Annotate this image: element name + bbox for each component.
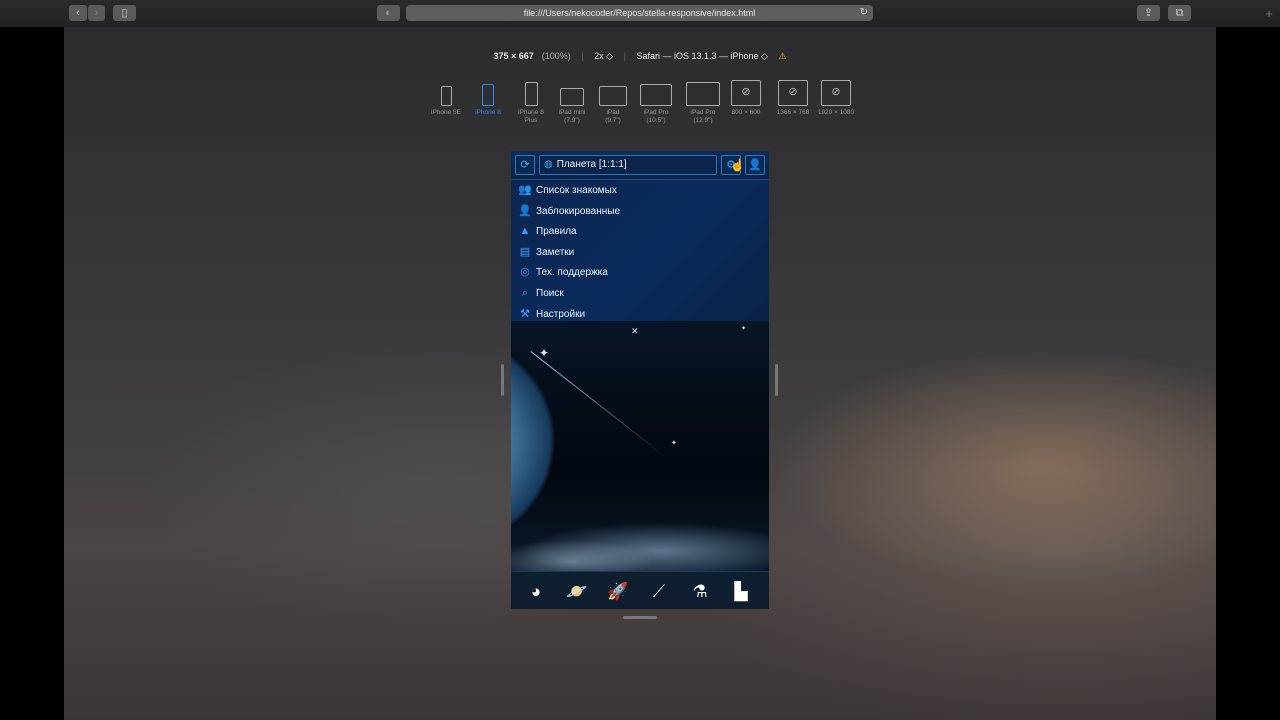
reader-mode-button[interactable]: ◐ [377, 5, 400, 21]
device-option[interactable]: iPad Pro (12.9") [683, 80, 723, 125]
planet-icon[interactable]: ◕ [523, 579, 549, 605]
menu-item[interactable]: 👥 Список знакомых [517, 180, 617, 200]
divider: | [623, 51, 626, 61]
device-icon [560, 88, 584, 106]
user-agent-select[interactable]: Safari — iOS 13.1.3 — iPhone ◇ [636, 51, 767, 61]
friends-icon: 👥 [518, 184, 532, 196]
planet-select[interactable]: ◍ Планета [1:1:1] [539, 155, 717, 175]
buildings-icon[interactable]: ▙ [728, 579, 754, 605]
menu-item[interactable]: ▲ Правила [517, 221, 577, 241]
menu-item-label: Настройки [536, 308, 586, 320]
app-header: ⟳ ◍ Планета [1:1:1] ⚙ ☝ 👤 [511, 151, 769, 180]
menu-item-label: Заблокированные [536, 205, 621, 217]
device-icon [440, 86, 452, 106]
research-flask-icon[interactable]: ⚗ [687, 579, 713, 605]
hand-cursor-icon: ☝ [730, 158, 745, 172]
viewport-zoom: (100%) [541, 51, 571, 61]
galaxy-icon[interactable]: 🪐 [564, 579, 590, 605]
planet-label: Планета [1:1:1] [556, 159, 627, 170]
device-label: 1366 × 768 [776, 109, 810, 116]
address-bar[interactable]: file:///Users/nekocoder/Repos/stella-res… [406, 5, 873, 21]
warning-icon[interactable]: ⚠ [778, 51, 786, 61]
share-button[interactable]: ⇪ [1137, 5, 1160, 21]
menu-item-label: Список знакомых [536, 185, 617, 196]
url-text: file:///Users/nekocoder/Repos/stella-res… [523, 8, 756, 18]
left-resize-handle[interactable] [501, 364, 504, 396]
device-label: iPhone 8 [475, 109, 501, 116]
menu-item-label: Заметки [536, 246, 575, 258]
menu-item[interactable]: 👤 Заблокированные [517, 201, 620, 221]
device-option[interactable]: ⊘ 800 × 600 [726, 80, 766, 117]
menu-item-label: Тех. поддержка [536, 267, 608, 279]
device-label: iPad mini (7.9") [558, 109, 586, 124]
device-option[interactable]: iPad mini (7.9") [552, 80, 592, 125]
device-option[interactable]: iPhone 5E [426, 80, 466, 117]
star: ✦ [539, 346, 550, 360]
bottom-resize-handle[interactable] [623, 616, 657, 619]
device-option[interactable]: iPhone 8 [468, 80, 508, 117]
space-background-image: ✕ ✦ ✦ ✦ [511, 321, 769, 571]
sidebar-toggle-button[interactable]: ▯ [113, 5, 136, 21]
back-button[interactable]: ‹ [69, 5, 87, 21]
star: ✕ [631, 326, 639, 336]
defense-cannon-icon[interactable]: ⟋ [646, 579, 672, 605]
device-label: 1920 × 1080 [817, 109, 855, 116]
device-label: 800 × 600 [731, 109, 761, 116]
reload-icon[interactable]: ↻ [860, 5, 868, 21]
browser-toolbar: ‹ › ▯ ◐ file:///Users/nekocoder/Repos/st… [0, 0, 1280, 28]
device-icon [599, 86, 627, 106]
device-option[interactable]: iPhone 8 Plus [511, 80, 551, 125]
device-option[interactable]: iPad (9.7") [593, 80, 633, 125]
right-margin [1216, 27, 1280, 720]
compass-icon: ⊘ [778, 80, 808, 106]
support-icon: ◎ [520, 266, 530, 279]
compass-icon: ⊘ [821, 80, 851, 106]
refresh-icon: ⟳ [520, 159, 530, 171]
bottom-navigation: ◕ 🪐 🚀 ⟋ ⚗ ▙ [511, 571, 769, 609]
device-icon [524, 82, 538, 106]
refresh-button[interactable]: ⟳ [515, 155, 535, 175]
star: ✦ [741, 326, 747, 332]
blocked-users-icon: 👤 [518, 204, 532, 217]
menu-item-label: Поиск [536, 288, 564, 299]
pixel-ratio-select[interactable]: 2x ◇ [594, 51, 613, 61]
notes-icon: ▤ [519, 245, 531, 258]
dropdown-menu: 👥 Список знакомых 👤 Заблокированные ▲ Правила… [511, 180, 769, 321]
device-label: iPad (9.7") [605, 109, 621, 124]
device-label: iPad Pro (10.5") [643, 109, 669, 124]
rdm-info-bar: 375 × 667 (100%) | 2x ◇ | Safari — iOS 13… [64, 51, 1216, 62]
light-ray [530, 351, 665, 457]
right-resize-handle[interactable] [775, 364, 778, 396]
device-label: iPhone 5E [431, 109, 461, 116]
planet-globe-icon: ◍ [544, 159, 553, 170]
star: ✦ [671, 440, 677, 447]
device-icon [640, 84, 672, 106]
profile-button[interactable]: 👤 [745, 155, 765, 175]
tabs-overview-button[interactable]: ⧉ [1168, 5, 1191, 21]
menu-item-label: Правила [536, 226, 577, 238]
search-icon: ⌕ [521, 287, 529, 299]
viewport-dimensions[interactable]: 375 × 667 [493, 51, 533, 61]
device-label: iPad Pro (12.9") [690, 109, 716, 124]
device-picker: iPhone 5E iPhone 8 iPhone 8 Plus iPad mini … [421, 80, 921, 130]
device-option[interactable]: ⊘ 1920 × 1080 [816, 80, 856, 117]
user-icon: 👤 [748, 159, 762, 171]
device-option[interactable]: iPad Pro (10.5") [636, 80, 676, 125]
responsive-design-stage: 375 × 667 (100%) | 2x ◇ | Safari — iOS 13… [64, 27, 1216, 720]
menu-item[interactable]: ◎ Тех. поддержка [517, 262, 608, 282]
divider: | [581, 51, 584, 61]
left-margin [0, 27, 64, 720]
device-icon [482, 84, 494, 106]
device-icon [686, 82, 720, 106]
compass-icon: ⊘ [731, 80, 761, 106]
new-tab-button[interactable]: + [1258, 6, 1280, 26]
menu-item[interactable]: ▤ Заметки [517, 242, 574, 262]
device-label: iPhone 8 Plus [518, 109, 544, 124]
rocket-icon[interactable]: 🚀 [605, 579, 631, 605]
device-viewport: ⟳ ◍ Планета [1:1:1] ⚙ ☝ 👤 👥 Список знакомы… [511, 151, 769, 609]
menu-item[interactable]: ⌕ Поиск [517, 283, 564, 303]
forward-button[interactable]: › [88, 5, 105, 21]
device-option[interactable]: ⊘ 1366 × 768 [773, 80, 813, 117]
warning-icon: ▲ [519, 225, 531, 238]
